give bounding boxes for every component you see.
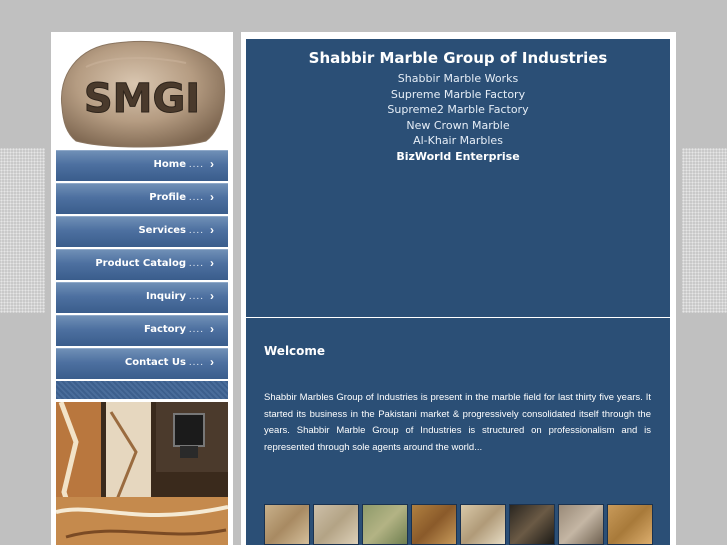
chevron-right-icon: ›: [210, 157, 214, 171]
nav-item-inquiry[interactable]: Inquiry .... ›: [56, 282, 228, 313]
marble-thumbnails: [264, 504, 654, 545]
nav-label: Factory: [143, 324, 186, 335]
nav-dots: ....: [188, 159, 204, 170]
company-item: Supreme Marble Factory: [390, 87, 526, 101]
chevron-right-icon: ›: [210, 322, 214, 336]
chevron-right-icon: ›: [210, 256, 214, 270]
chevron-right-icon: ›: [210, 223, 214, 237]
marble-thumbnail[interactable]: [264, 504, 310, 545]
marble-thumbnail[interactable]: [411, 504, 457, 545]
smgi-logo[interactable]: SMGI: [56, 37, 228, 149]
company-item: New Crown Marble: [406, 118, 510, 132]
nav-item-product-catalog[interactable]: Product Catalog .... ›: [56, 249, 228, 280]
page-title: Shabbir Marble Group of Industries: [308, 49, 608, 67]
nav-label: Inquiry: [146, 291, 186, 302]
marble-thumbnail[interactable]: [313, 504, 359, 545]
nav-dots: ....: [188, 258, 204, 269]
nav-item-factory[interactable]: Factory .... ›: [56, 315, 228, 346]
company-item: Supreme2 Marble Factory: [387, 103, 529, 116]
nav-dots: ....: [188, 225, 204, 236]
header-panel: Shabbir Marble Group of Industries Shabb…: [246, 37, 670, 317]
welcome-text: Shabbir Marbles Group of Industries is p…: [264, 392, 651, 453]
nav-item-services[interactable]: Services .... ›: [56, 216, 228, 247]
content-panel: Welcome Shabbir Marbles Group of Industr…: [246, 318, 670, 545]
marble-thumbnail[interactable]: [362, 504, 408, 545]
left-column: SMGI Home .... › Profile .... › Services…: [51, 32, 233, 545]
right-decorative-pattern: [682, 148, 727, 313]
nav-dots: ....: [188, 192, 204, 203]
nav-item-contact-us[interactable]: Contact Us .... ›: [56, 348, 228, 379]
welcome-heading: Welcome: [264, 344, 326, 358]
nav-label: Profile: [149, 192, 186, 203]
left-decorative-pattern: [0, 148, 45, 313]
chevron-right-icon: ›: [210, 289, 214, 303]
chevron-right-icon: ›: [210, 355, 214, 369]
marble-thumbnail[interactable]: [509, 504, 555, 545]
nav-item-profile[interactable]: Profile .... ›: [56, 183, 228, 214]
main-panel: Shabbir Marble Group of Industries Shabb…: [241, 32, 676, 545]
company-list: Shabbir Marble Works Supreme Marble Fact…: [246, 71, 670, 164]
marble-showroom-photo: [56, 402, 228, 545]
marble-thumbnail[interactable]: [460, 504, 506, 545]
nav-label: Contact Us: [124, 357, 186, 368]
nav-item-home[interactable]: Home .... ›: [56, 150, 228, 181]
chevron-right-icon: ›: [210, 190, 214, 204]
nav-label: Services: [138, 225, 186, 236]
marble-thumbnail[interactable]: [558, 504, 604, 545]
nav-dots: ....: [188, 291, 204, 302]
logo-text: SMGI: [84, 76, 200, 122]
company-item: Al-Khair Marbles: [413, 134, 503, 147]
nav-dots: ....: [188, 324, 204, 335]
marble-thumbnail[interactable]: [607, 504, 653, 545]
company-item: Shabbir Marble Works: [397, 72, 519, 85]
nav-label: Home: [153, 159, 186, 170]
nav-dots: ....: [188, 357, 204, 368]
nav-footer-pattern: [56, 381, 228, 399]
nav-label: Product Catalog: [95, 258, 186, 269]
main-nav: Home .... › Profile .... › Services ....…: [56, 150, 228, 399]
company-item: BizWorld Enterprise: [396, 149, 520, 163]
